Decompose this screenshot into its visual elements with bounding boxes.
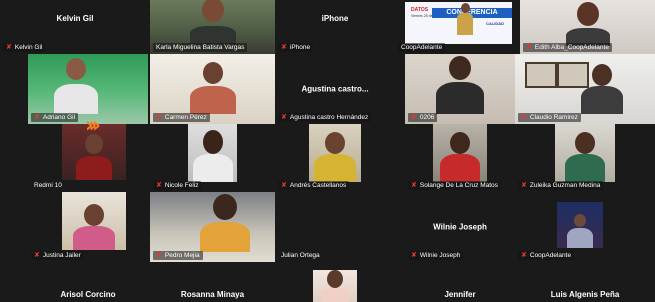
participant-name-label: ✘ iPhone [278, 43, 314, 52]
participant-image [436, 56, 484, 114]
participant-video [313, 270, 357, 302]
participant-video [433, 124, 487, 182]
participant-display-name: Arisol Corcino [60, 290, 116, 299]
participant-name-label: ✘ Kelvin Gil [3, 43, 46, 52]
participant-tile[interactable]: ✘ Carmen Pérez [150, 54, 275, 124]
participant-name-label: ✘ Pedro Mejia [153, 251, 203, 260]
participant-name-label: Redmi 10 [34, 182, 62, 189]
participant-tile[interactable]: ✘ Pedro Mejia [150, 192, 275, 262]
muted-mic-icon: ✘ [411, 113, 417, 121]
participant-name-label: Julian Ortega [281, 252, 320, 259]
participant-tile[interactable]: ✘ 0206 [405, 54, 515, 124]
participant-tile[interactable]: ✘ Justina Jailer [28, 192, 148, 262]
muted-mic-icon: ✘ [281, 113, 287, 121]
participant-name-label: ✘ Agustina castro Hernández [278, 113, 372, 122]
participant-name-label: ✘ Andrés Castellanos [278, 181, 350, 190]
participant-name-label: ✘ Justina Jailer [31, 251, 84, 260]
muted-mic-icon: ✘ [521, 251, 527, 259]
muted-mic-icon: ✘ [156, 251, 162, 259]
participant-video [557, 202, 603, 248]
participant-display-name: Kelvin Gil [56, 14, 94, 23]
muted-mic-icon: ✘ [156, 113, 162, 121]
muted-mic-icon: ✘ [281, 43, 287, 51]
presenter-image [457, 3, 473, 35]
participant-name-label: ✘ Carmen Pérez [153, 113, 210, 122]
participant-image [76, 134, 112, 180]
muted-mic-icon: ✘ [521, 181, 527, 189]
participant-display-name: Wilnie Joseph [433, 222, 487, 232]
participant-tile[interactable]: Wilnie Joseph ✘ Wilnie Joseph [405, 192, 515, 262]
muted-mic-icon: ✘ [6, 43, 12, 51]
participant-tile-active-speaker[interactable]: Karla Miguelina Batista Vargas [150, 0, 275, 54]
muted-mic-icon: ✘ [411, 251, 417, 259]
participant-display-name: Luis Algenis Peña [550, 290, 620, 299]
participant-name-label: ✘ Claudio Ramirez [518, 113, 581, 122]
participant-video [555, 124, 615, 182]
participant-name-label: ✘ Wilnie Joseph [408, 251, 464, 260]
participant-image [200, 194, 250, 252]
participant-image [189, 0, 236, 44]
participant-image [567, 214, 593, 248]
participant-image [192, 130, 233, 182]
participant-image [440, 132, 480, 182]
participant-name-label: ✘ Adriano Gil [31, 113, 79, 122]
participant-video [188, 124, 237, 182]
participant-tile[interactable]: Julian Ortega [275, 192, 395, 262]
participant-image [321, 270, 349, 302]
participant-image [54, 58, 98, 114]
muted-mic-icon: ✘ [281, 181, 287, 189]
participant-name-label: ✘ Solange De La Cruz Matos [408, 181, 501, 190]
participant-name-label: Karla Miguelina Batista Vargas [153, 43, 248, 52]
conference-poster-image: DATOS Viernes 25 de enero CONFERENCIA CA… [405, 2, 512, 44]
participant-image [565, 132, 605, 182]
participant-tile[interactable]: ✘ Claudio Ramirez [515, 54, 655, 124]
participant-image [73, 204, 115, 250]
participant-tile[interactable]: Kelvin Gil ✘ Kelvin Gil [0, 0, 150, 54]
participant-tile[interactable]: ✘ CoopAdelante [515, 192, 655, 262]
muted-mic-icon: ✘ [521, 113, 527, 121]
participant-tile[interactable]: ✘ Solange De La Cruz Matos [405, 124, 515, 192]
participant-tile[interactable]: ✘ Zuleika Guzman Medina [515, 124, 655, 192]
participant-name-label: ✘ Nicole Feliz [153, 181, 202, 190]
participant-name-label: ✘ Zuleika Guzman Medina [518, 181, 604, 190]
participant-image [565, 2, 610, 46]
participant-display-name: Jennifer [444, 290, 476, 299]
muted-mic-icon: ✘ [411, 181, 417, 189]
participant-tile-shared-poster[interactable]: DATOS Viernes 25 de enero CONFERENCIA CA… [395, 0, 520, 54]
participant-display-name: Agustina castro... [301, 84, 369, 94]
participant-tile[interactable]: ✘ Nicole Feliz [150, 124, 275, 192]
participant-image [189, 62, 236, 114]
participant-tile[interactable]: Arisol Corcino [28, 262, 148, 302]
participant-tile[interactable]: Agustina castro... ✘ Agustina castro Hern… [275, 54, 395, 124]
participant-tile[interactable]: Luis Algenis Peña [515, 262, 655, 302]
participant-tile[interactable]: Rosanna Minaya [150, 262, 275, 302]
participant-name-label: ✘ 0206 [408, 113, 438, 122]
participant-display-name: iPhone [321, 14, 349, 23]
participant-tile[interactable]: ✘ Edith Alba_CoopAdelante [520, 0, 655, 54]
muted-mic-icon: ✘ [34, 251, 40, 259]
participant-name-label: CoopAdelante [398, 43, 446, 52]
muted-mic-icon: ✘ [156, 181, 162, 189]
participant-tile[interactable]: ✘ Andrés Castellanos [275, 124, 395, 192]
participant-video [62, 192, 126, 250]
participant-video [309, 124, 361, 182]
participant-tile[interactable]: iPhone ✘ iPhone [275, 0, 395, 54]
muted-mic-icon: ✘ [526, 43, 532, 51]
meeting-video-grid: Kelvin Gil ✘ Kelvin Gil Karla Miguelina B… [0, 0, 655, 302]
participant-tile[interactable] [275, 262, 395, 302]
participant-image [314, 132, 356, 182]
participant-tile[interactable]: Jennifer [405, 262, 515, 302]
participant-display-name: Rosanna Minaya [180, 290, 245, 299]
chevron-arrows-icon: ››› [85, 113, 101, 137]
participant-image [580, 64, 623, 114]
muted-mic-icon: ✘ [34, 113, 40, 121]
participant-name-label: ✘ CoopAdelante [518, 251, 575, 260]
participant-name-label: ✘ Edith Alba_CoopAdelante [523, 43, 612, 52]
